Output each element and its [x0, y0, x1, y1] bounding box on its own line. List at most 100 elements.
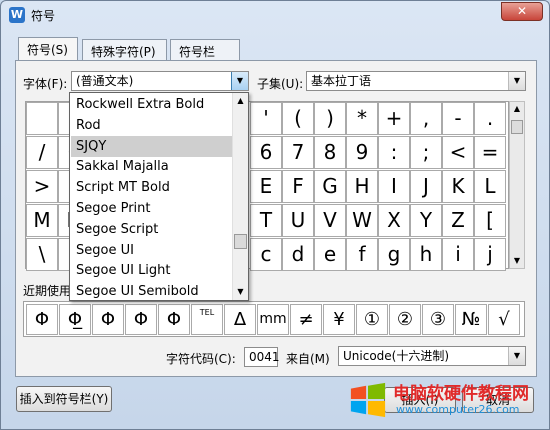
symbol-cell[interactable]: 9	[346, 136, 378, 169]
recent-symbol-cell[interactable]: Φ̲	[59, 304, 91, 335]
symbol-cell[interactable]: [	[474, 204, 506, 237]
symbol-cell[interactable]: )	[314, 102, 346, 135]
symbol-cell[interactable]: F	[282, 170, 314, 203]
font-option[interactable]: Sakkal Majalla	[71, 156, 232, 177]
symbol-cell[interactable]: +	[378, 102, 410, 135]
symbol-cell[interactable]: *	[346, 102, 378, 135]
font-option[interactable]: Segoe UI Light	[71, 260, 232, 281]
symbol-cell[interactable]: >	[26, 170, 58, 203]
scroll-up-icon[interactable]: ▲	[510, 102, 524, 116]
symbol-cell[interactable]: V	[314, 204, 346, 237]
scroll-up-icon[interactable]: ▲	[233, 94, 248, 108]
tab-symbol-bar[interactable]: 符号栏(T)	[170, 39, 240, 74]
font-option[interactable]: Segoe Script	[71, 219, 232, 240]
symbol-cell[interactable]: e	[314, 238, 346, 271]
symbol-cell[interactable]: i	[442, 238, 474, 271]
symbol-cell[interactable]: W	[346, 204, 378, 237]
chevron-down-icon[interactable]: ▼	[508, 347, 525, 365]
recent-symbol-cell[interactable]: TEL	[191, 304, 223, 335]
scroll-down-icon[interactable]: ▼	[510, 254, 524, 268]
code-system-value: Unicode(十六进制)	[343, 349, 450, 363]
code-system-select[interactable]: Unicode(十六进制) ▼	[338, 346, 526, 366]
recent-label: 近期使用	[23, 284, 72, 298]
from-label: 来自(M)	[286, 352, 330, 366]
symbol-cell[interactable]: d	[282, 238, 314, 271]
scroll-down-icon[interactable]: ▼	[233, 285, 248, 299]
symbol-cell[interactable]: M	[26, 204, 58, 237]
symbol-cell[interactable]: L	[474, 170, 506, 203]
symbol-cell[interactable]: /	[26, 136, 58, 169]
recent-symbol-cell[interactable]: Φ	[125, 304, 157, 335]
recent-symbol-cell[interactable]: √	[488, 304, 520, 335]
symbol-grid-scrollbar[interactable]: ▲ ▼	[509, 101, 525, 269]
symbol-cell[interactable]: E	[250, 170, 282, 203]
symbol-cell[interactable]: '	[250, 102, 282, 135]
recent-symbols: Φ Φ̲ Φ Φ Φ TEL Δmm ≠ ¥ ① ② ③ № √	[23, 301, 525, 337]
symbol-cell[interactable]: G	[314, 170, 346, 203]
title-bar: W 符号 ✕	[1, 1, 549, 29]
recent-symbol-cell[interactable]: Δ	[224, 304, 256, 335]
symbol-cell[interactable]: g	[378, 238, 410, 271]
font-option[interactable]: Script MT Bold	[71, 177, 232, 198]
font-option[interactable]: Segoe UI	[71, 240, 232, 261]
recent-symbol-cell[interactable]: Φ	[92, 304, 124, 335]
insert-to-bar-button[interactable]: 插入到符号栏(Y)	[16, 386, 112, 412]
font-option[interactable]: Segoe UI Semibold	[71, 281, 232, 302]
char-code-input[interactable]: 0041	[244, 347, 280, 367]
close-button[interactable]: ✕	[501, 2, 543, 21]
watermark-url: www.computer26.com	[396, 403, 520, 416]
symbol-cell[interactable]: \	[26, 238, 58, 271]
recent-symbol-cell[interactable]: ②	[389, 304, 421, 335]
scroll-thumb[interactable]	[511, 120, 523, 134]
symbol-dialog: W 符号 ✕ 符号(S) 特殊字符(P) 符号栏(T) 字体(F): (普通文本…	[0, 0, 550, 430]
symbol-cell[interactable]: Z	[442, 204, 474, 237]
symbol-cell[interactable]: f	[346, 238, 378, 271]
chevron-down-icon[interactable]: ▼	[231, 72, 248, 90]
tab-special-chars[interactable]: 特殊字符(P)	[82, 39, 167, 61]
font-dropdown-scrollbar[interactable]: ▲ ▼	[232, 93, 248, 300]
tab-symbol[interactable]: 符号(S)	[18, 37, 78, 61]
symbol-cell[interactable]: X	[378, 204, 410, 237]
symbol-cell[interactable]: J	[410, 170, 442, 203]
symbol-cell[interactable]: ,	[410, 102, 442, 135]
recent-symbol-cell[interactable]: ③	[422, 304, 454, 335]
symbol-cell[interactable]: -	[442, 102, 474, 135]
symbol-cell[interactable]: ;	[410, 136, 442, 169]
symbol-cell[interactable]: <	[442, 136, 474, 169]
symbol-cell[interactable]: :	[378, 136, 410, 169]
font-option[interactable]: Rod	[71, 115, 232, 136]
subset-select-value: 基本拉丁语	[311, 74, 372, 88]
font-option[interactable]: SJQY	[71, 135, 232, 157]
symbol-cell[interactable]: K	[442, 170, 474, 203]
symbol-cell[interactable]: U	[282, 204, 314, 237]
recent-symbol-cell[interactable]: ≠	[290, 304, 322, 335]
symbol-cell[interactable]: I	[378, 170, 410, 203]
subset-select[interactable]: 基本拉丁语 ▼	[306, 71, 526, 91]
font-option[interactable]: Segoe Print	[71, 198, 232, 219]
recent-symbol-cell[interactable]: ¥	[323, 304, 355, 335]
recent-symbol-cell[interactable]: Φ	[158, 304, 190, 335]
symbol-cell[interactable]: 7	[282, 136, 314, 169]
symbol-cell[interactable]: 8	[314, 136, 346, 169]
symbol-cell[interactable]: (	[282, 102, 314, 135]
symbol-cell[interactable]: h	[410, 238, 442, 271]
symbol-cell[interactable]: =	[474, 136, 506, 169]
recent-symbol-cell[interactable]: №	[455, 304, 487, 335]
font-option[interactable]: Rockwell Extra Bold	[71, 94, 232, 115]
recent-symbol-cell[interactable]: Φ	[26, 304, 58, 335]
symbol-cell[interactable]: T	[250, 204, 282, 237]
symbol-cell[interactable]: .	[474, 102, 506, 135]
font-dropdown-list[interactable]: Rockwell Extra Bold Rod SJQY Sakkal Majalla…	[69, 92, 249, 301]
recent-symbol-cell[interactable]: ①	[356, 304, 388, 335]
recent-symbol-cell[interactable]: mm	[257, 304, 289, 335]
symbol-cell[interactable]: Y	[410, 204, 442, 237]
scroll-thumb[interactable]	[234, 234, 247, 249]
chevron-down-icon[interactable]: ▼	[508, 72, 525, 90]
symbol-cell[interactable]: H	[346, 170, 378, 203]
symbol-cell[interactable]: j	[474, 238, 506, 271]
font-select[interactable]: (普通文本) ▼	[71, 71, 249, 91]
symbol-cell[interactable]: c	[250, 238, 282, 271]
subset-label: 子集(U):	[257, 77, 304, 91]
symbol-cell[interactable]: 6	[250, 136, 282, 169]
symbol-cell[interactable]	[26, 102, 58, 135]
